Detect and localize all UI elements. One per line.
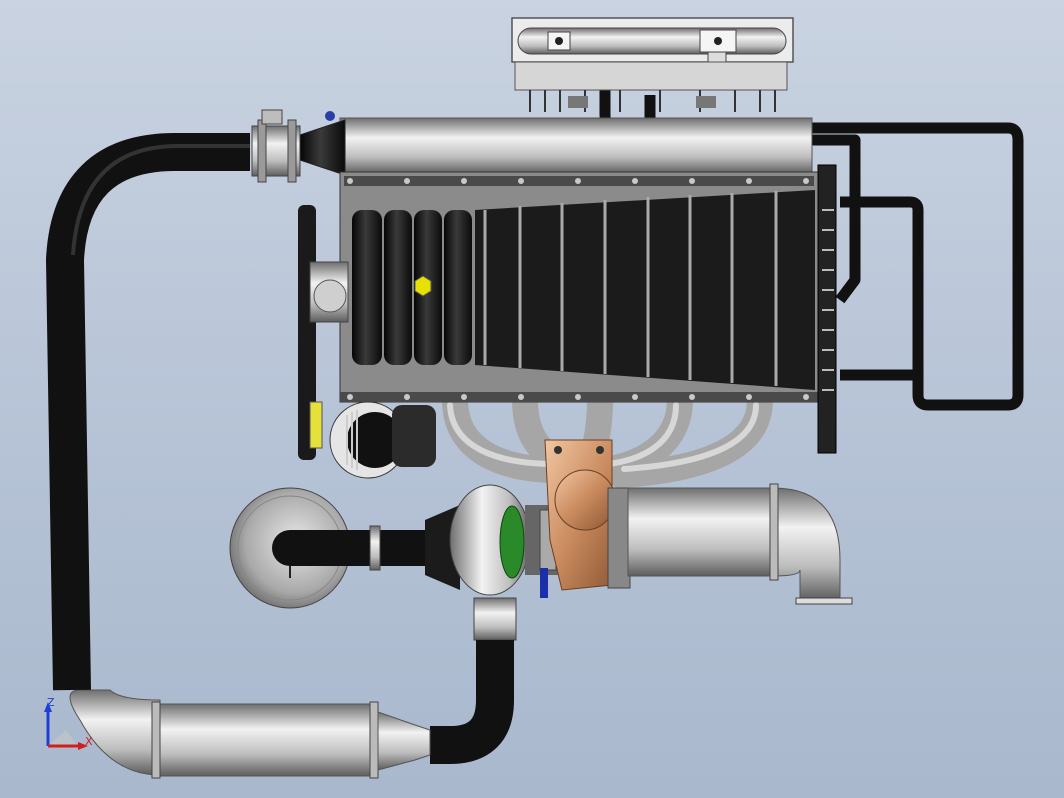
- x-axis-label: X: [85, 735, 93, 748]
- intercooler: [69, 689, 431, 779]
- flywheel: [817, 164, 837, 454]
- cad-viewport[interactable]: Z X: [0, 0, 1064, 798]
- z-axis-label: Z: [47, 696, 55, 709]
- engine-block: [339, 171, 819, 403]
- alternator: [329, 401, 436, 479]
- oil-cap-icon[interactable]: [414, 275, 432, 297]
- intake-hose: [46, 133, 250, 691]
- coordinate-triad: Z X: [44, 696, 93, 750]
- compressor-outlet-pipe: [430, 597, 517, 764]
- engine-assembly-model[interactable]: [0, 0, 1064, 798]
- intake-plenum: [299, 111, 813, 176]
- downpipe: [627, 483, 853, 605]
- throttle-body: [251, 109, 301, 183]
